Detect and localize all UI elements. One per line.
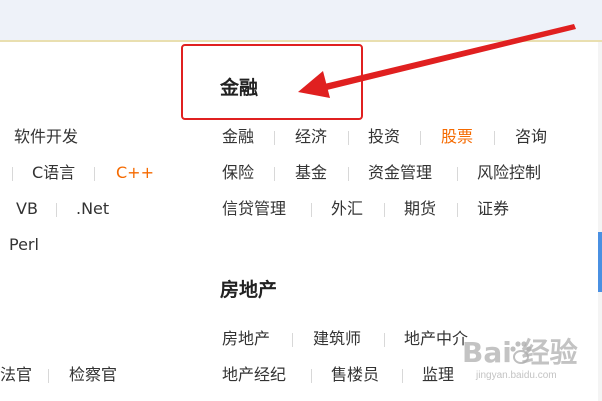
watermark-brand: Bai 经验 (462, 336, 578, 369)
watermark-url: jingyan.baidu.com (476, 370, 557, 381)
